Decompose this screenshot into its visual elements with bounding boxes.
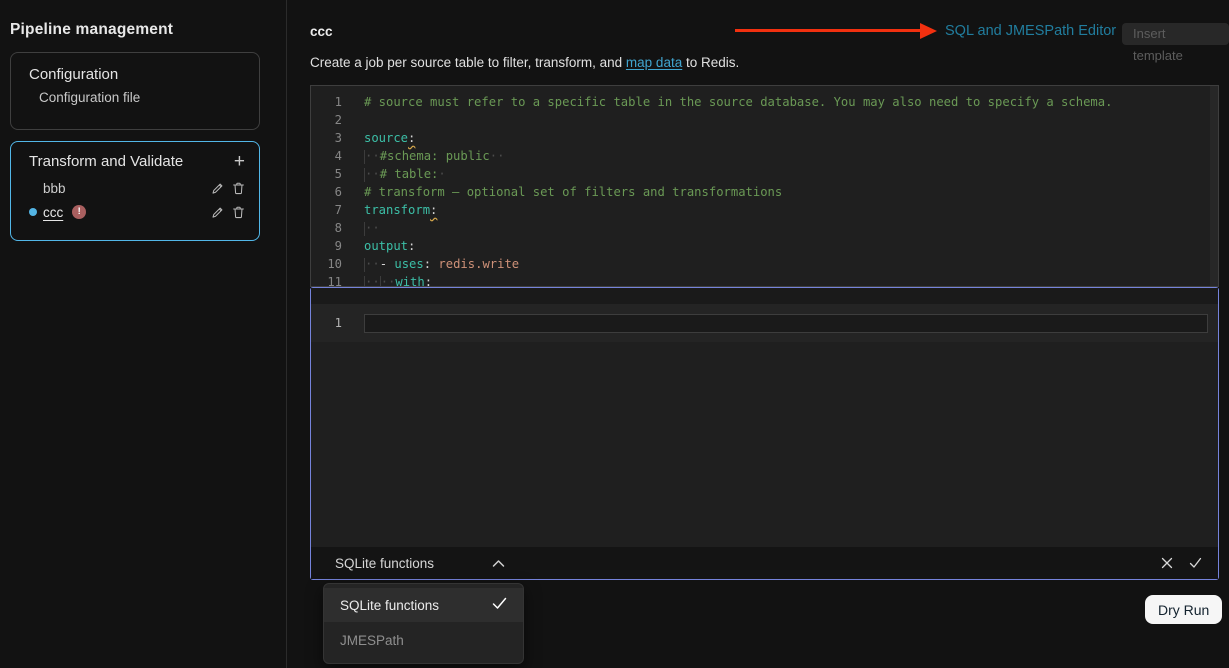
line-number: 1 (311, 93, 342, 111)
expression-line-number: 1 (311, 316, 342, 330)
line-number: 8 (311, 219, 342, 237)
transform-validate-card-title: Transform and Validate (29, 153, 183, 170)
error-icon: ! (72, 205, 86, 219)
expression-editor-toolbar: SQLite functions (311, 547, 1218, 579)
code-line: 3source: (311, 129, 1218, 147)
dropdown-option-label: SQLite functions (340, 598, 439, 613)
chevron-up-icon (492, 559, 505, 568)
subtitle-text-end: to Redis. (682, 55, 739, 70)
sidebar-item-configuration-file[interactable]: Configuration file (11, 90, 259, 105)
dry-run-button[interactable]: Dry Run (1145, 595, 1222, 624)
yaml-editor-scrollbar[interactable] (1210, 86, 1218, 286)
job-label[interactable]: bbb (43, 181, 66, 196)
sidebar-title: Pipeline management (10, 21, 173, 39)
delete-trash-icon[interactable] (230, 180, 246, 196)
code-line: 10··- uses: redis.write (311, 255, 1218, 273)
language-dropdown: SQLite functions JMESPath (323, 583, 524, 664)
expression-editor-margin (311, 288, 1218, 304)
line-number: 6 (311, 183, 342, 201)
map-data-link[interactable]: map data (626, 55, 682, 70)
line-number: 10 (311, 255, 342, 273)
edit-pencil-icon[interactable] (209, 204, 225, 220)
red-arrow-head-icon (920, 23, 937, 39)
code-line: 9output: (311, 237, 1218, 255)
page-title: ccc (310, 24, 333, 39)
line-number: 9 (311, 237, 342, 255)
code-line: 4··#schema: public·· (311, 147, 1218, 165)
transform-validate-card: Transform and Validate + bbb ccc! (10, 141, 260, 241)
page-subtitle: Create a job per source table to filter,… (310, 55, 739, 70)
yaml-editor[interactable]: 1# source must refer to a specific table… (310, 85, 1219, 287)
line-number: 2 (311, 111, 342, 129)
line-number: 4 (311, 147, 342, 165)
language-selector[interactable]: SQLite functions (335, 556, 505, 571)
line-number: 11 (311, 273, 342, 287)
sidebar-divider (286, 0, 287, 668)
check-icon (492, 597, 507, 613)
configuration-card-title: Configuration (11, 53, 259, 83)
sql-jmespath-editor-link[interactable]: SQL and JMESPath Editor (945, 23, 1116, 39)
code-line: 5··# table:· (311, 165, 1218, 183)
insert-template-button[interactable]: Insert template (1122, 23, 1229, 45)
pipeline-management-app: Pipeline management Configuration Config… (0, 0, 1229, 668)
language-selector-label: SQLite functions (335, 556, 434, 571)
line-number: 3 (311, 129, 342, 147)
job-row-ccc[interactable]: ccc! (11, 200, 259, 224)
expression-line-row: 1 (311, 304, 1218, 342)
line-number: 7 (311, 201, 342, 219)
code-line: 8·· (311, 219, 1218, 237)
expression-input[interactable] (364, 314, 1208, 333)
expression-editor[interactable]: 1 SQLite functions (310, 287, 1219, 580)
cancel-icon[interactable] (1160, 556, 1174, 570)
red-arrow-line (735, 29, 921, 32)
job-list: bbb ccc! (11, 176, 259, 224)
dropdown-option-label: JMESPath (340, 633, 404, 648)
yaml-code-lines: 1# source must refer to a specific table… (311, 86, 1218, 287)
subtitle-text: Create a job per source table to filter,… (310, 55, 626, 70)
edit-pencil-icon[interactable] (209, 180, 225, 196)
job-row-bbb[interactable]: bbb (11, 176, 259, 200)
configuration-card: Configuration Configuration file (10, 52, 260, 130)
line-number: 5 (311, 165, 342, 183)
code-line: 2 (311, 111, 1218, 129)
code-line: 11····with: (311, 273, 1218, 287)
code-line: 1# source must refer to a specific table… (311, 93, 1218, 111)
apply-icon[interactable] (1188, 556, 1202, 570)
add-job-button[interactable]: + (234, 154, 245, 170)
job-label[interactable]: ccc (43, 205, 63, 220)
code-line: 7transform: (311, 201, 1218, 219)
dropdown-option-sqlite-functions[interactable]: SQLite functions (324, 588, 523, 622)
code-line: 6# transform – optional set of filters a… (311, 183, 1218, 201)
delete-trash-icon[interactable] (230, 204, 246, 220)
dropdown-option-jmespath[interactable]: JMESPath (324, 622, 523, 659)
selected-job-dot (29, 208, 37, 216)
